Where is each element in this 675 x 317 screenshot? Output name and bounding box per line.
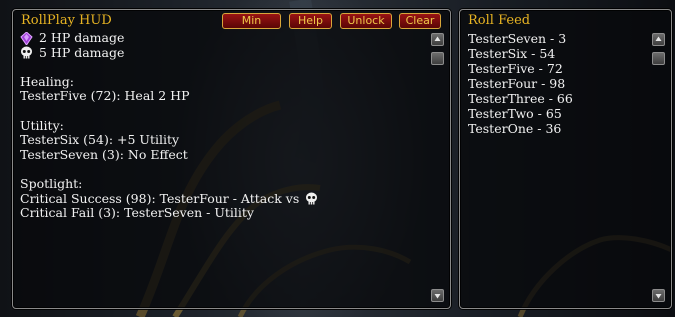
damage-line: 2 HP damage <box>20 30 324 46</box>
list-item: TesterSeven - 3 <box>468 31 567 46</box>
scroll-up-button[interactable] <box>431 33 444 46</box>
arrow-down-icon <box>655 294 662 299</box>
list-item: TesterThree - 66 <box>468 91 573 106</box>
list-item: TesterSix - 54 <box>468 46 556 61</box>
scroll-to-bottom-button[interactable] <box>431 52 444 65</box>
roll-feed-list: TesterSeven - 3 TesterSix - 54 TesterFiv… <box>468 31 573 136</box>
utility-line: TesterSix (54): +5 Utility <box>20 132 180 148</box>
feed-scroll-to-bottom-button[interactable] <box>652 52 665 65</box>
help-button[interactable]: Help <box>289 13 332 29</box>
damage-line: 5 HP damage <box>20 44 324 61</box>
healing-line: TesterFive (72): Heal 2 HP <box>20 88 190 104</box>
damage-text: 2 HP damage <box>39 30 125 45</box>
skull-icon <box>20 46 33 59</box>
feed-scroll-down-button[interactable] <box>652 289 665 302</box>
spotlight-success-line: Critical Success (98): TesterFour - Atta… <box>20 190 324 207</box>
skull-icon <box>305 192 318 205</box>
list-item: TesterTwo - 65 <box>468 106 562 121</box>
spotlight-header: Spotlight: <box>20 175 83 191</box>
scroll-down-button[interactable] <box>431 289 444 302</box>
list-item: TesterFour - 98 <box>468 76 566 91</box>
damage-text: 5 HP damage <box>39 44 125 60</box>
min-button[interactable]: Min <box>222 13 281 29</box>
list-item: TesterOne - 36 <box>468 121 562 136</box>
arrow-up-icon <box>655 36 662 41</box>
clear-button[interactable]: Clear <box>399 13 441 29</box>
unlock-button[interactable]: Unlock <box>340 13 392 29</box>
roll-feed-panel: Roll Feed TesterSeven - 3 TesterSix - 54… <box>459 9 672 309</box>
rollplay-hud-panel: RollPlay HUD Min Help Unlock Clear 2 HP … <box>12 9 451 309</box>
purple-gem-icon <box>20 31 33 46</box>
utility-header: Utility: <box>20 117 64 133</box>
hud-log: 2 HP damage 5 HP damage Healing: TesterF… <box>20 30 324 221</box>
healing-header: Healing: <box>20 73 75 89</box>
arrow-up-icon <box>434 36 441 41</box>
spotlight-fail-line: Critical Fail (3): TesterSeven - Utility <box>20 205 254 221</box>
list-item: TesterFive - 72 <box>468 61 563 76</box>
feed-scroll-up-button[interactable] <box>652 33 665 46</box>
utility-line: TesterSeven (3): No Effect <box>20 146 188 162</box>
roll-feed-title: Roll Feed <box>468 13 531 28</box>
arrow-down-icon <box>434 294 441 299</box>
hud-title: RollPlay HUD <box>21 13 112 28</box>
spotlight-success-text: Critical Success (98): TesterFour - Atta… <box>20 190 300 206</box>
